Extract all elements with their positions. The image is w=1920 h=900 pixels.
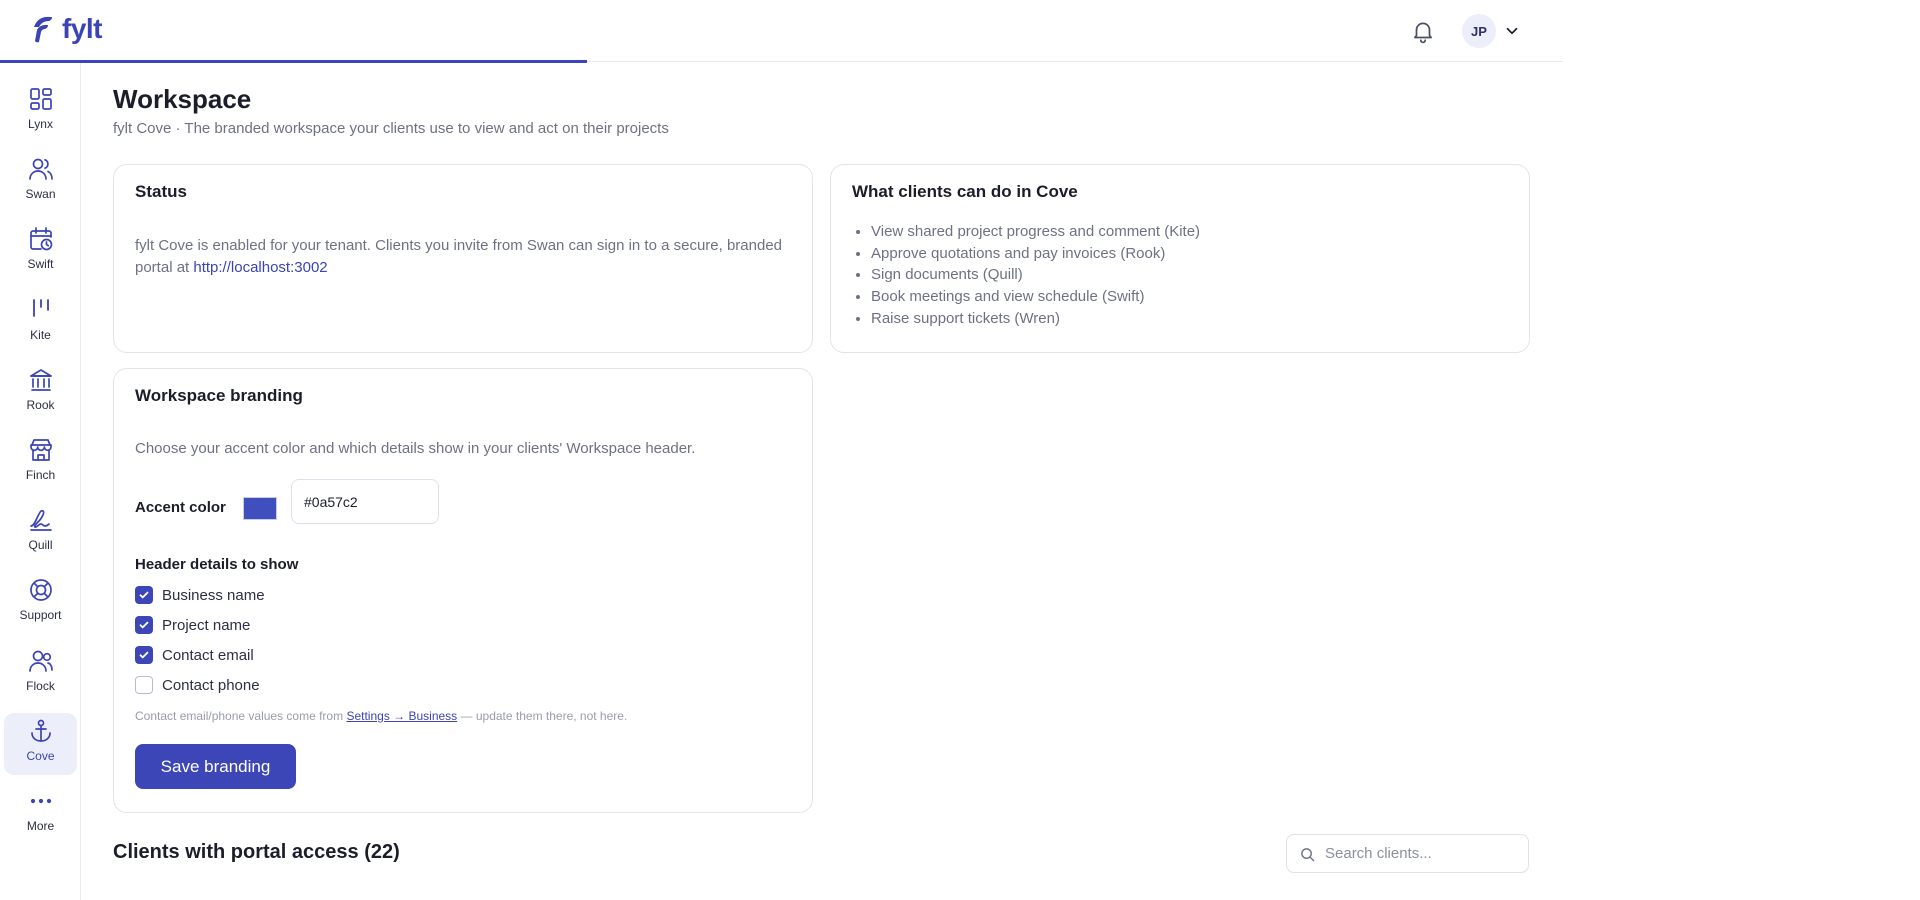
brand-name: fylt	[62, 13, 103, 44]
status-card-text: fylt Cove is enabled for your tenant. Cl…	[135, 235, 785, 279]
users-icon	[28, 158, 53, 180]
fylt-logo-icon	[34, 16, 52, 43]
checkbox[interactable]	[135, 646, 153, 664]
people-icon	[28, 650, 53, 672]
sidebar-item-label: Swift	[27, 257, 54, 271]
page-progress-bar	[0, 60, 587, 63]
note-suffix: — update them there, not here.	[460, 709, 628, 723]
accent-color-input[interactable]	[291, 479, 439, 524]
sidebar-item-flock[interactable]: Flock	[4, 643, 77, 705]
sidebar-item-swan[interactable]: Swan	[4, 151, 77, 213]
check-icon	[139, 591, 149, 599]
chevron-down-icon[interactable]	[1503, 22, 1521, 40]
anchor-icon	[30, 719, 51, 742]
signature-icon	[29, 509, 52, 531]
page-subtitle: fylt Cove · The branded workspace your c…	[113, 120, 669, 137]
logo[interactable]: fylt	[30, 13, 103, 44]
option-contact-email[interactable]: Contact email	[135, 646, 254, 664]
sidebar-item-label: Rook	[26, 398, 55, 412]
sidebar-item-finch[interactable]: Finch	[4, 432, 77, 494]
option-business-name[interactable]: Business name	[135, 586, 265, 604]
sidebar-item-support[interactable]: Support	[4, 572, 77, 634]
option-label: Contact phone	[162, 676, 260, 694]
checkbox[interactable]	[135, 586, 153, 604]
checkbox[interactable]	[135, 676, 153, 694]
top-bar: fylt JP	[0, 0, 1563, 62]
notification-bell-icon[interactable]	[1410, 18, 1436, 44]
lifebuoy-icon	[29, 579, 52, 601]
grid-icon	[29, 88, 52, 110]
list-item: Raise support tickets (Wren)	[871, 308, 1200, 330]
save-branding-button[interactable]: Save branding	[135, 744, 296, 789]
bank-icon	[29, 369, 52, 391]
store-icon	[29, 439, 52, 461]
sidebar-item-label: Lynx	[28, 117, 53, 131]
sidebar-item-label: Finch	[25, 468, 56, 482]
check-icon	[139, 621, 149, 629]
sidebar: Lynx Swan Swift Kite Rook Finch Quill Su…	[0, 63, 81, 900]
branding-description: Choose your accent color and which detai…	[135, 440, 696, 457]
sidebar-item-label: Support	[19, 608, 62, 622]
option-label: Contact email	[162, 646, 254, 664]
calendar-clock-icon	[29, 227, 52, 251]
sidebar-item-label: Swan	[25, 187, 56, 201]
status-card-title: Status	[135, 182, 187, 201]
sidebar-item-label: More	[26, 819, 55, 833]
sidebar-item-label: Cove	[26, 749, 55, 763]
status-card: Status fylt Cove is enabled for your ten…	[113, 164, 813, 353]
accent-color-label: Accent color	[135, 499, 226, 516]
sidebar-item-more[interactable]: More	[4, 783, 77, 845]
branding-card-title: Workspace branding	[135, 386, 303, 405]
sidebar-item-lynx[interactable]: Lynx	[4, 81, 77, 143]
sidebar-item-swift[interactable]: Swift	[4, 221, 77, 283]
sidebar-item-label: Kite	[30, 328, 51, 342]
option-label: Project name	[162, 616, 251, 634]
list-item: View shared project progress and comment…	[871, 221, 1200, 243]
accent-color-swatch[interactable]	[243, 497, 277, 520]
search-input[interactable]	[1325, 837, 1520, 870]
page-title: Workspace	[113, 84, 252, 114]
list-item: Sign documents (Quill)	[871, 264, 1200, 286]
client-search[interactable]	[1286, 834, 1529, 873]
pins-icon	[32, 299, 49, 317]
capabilities-card: What clients can do in Cove View shared …	[830, 164, 1530, 353]
check-icon	[139, 651, 149, 659]
clients-section-title: Clients with portal access (22)	[113, 841, 400, 863]
sidebar-item-label: Flock	[26, 679, 55, 693]
contact-note: Contact email/phone values come from Set…	[135, 709, 627, 723]
option-project-name[interactable]: Project name	[135, 616, 250, 634]
sidebar-item-kite[interactable]: Kite	[4, 292, 77, 354]
sidebar-item-rook[interactable]: Rook	[4, 362, 77, 424]
sidebar-item-label: Quill	[28, 538, 53, 552]
header-details-label: Header details to show	[135, 556, 299, 573]
option-contact-phone[interactable]: Contact phone	[135, 676, 260, 694]
avatar[interactable]: JP	[1462, 14, 1496, 48]
branding-card: Workspace branding Choose your accent co…	[113, 368, 813, 813]
option-label: Business name	[162, 586, 265, 604]
portal-link[interactable]: http://localhost:3002	[193, 259, 327, 276]
search-icon	[1301, 848, 1315, 862]
settings-business-link[interactable]: Settings → Business	[346, 709, 457, 723]
capabilities-card-title: What clients can do in Cove	[852, 182, 1078, 201]
capabilities-list: View shared project progress and comment…	[871, 221, 1200, 330]
list-item: Book meetings and view schedule (Swift)	[871, 286, 1200, 308]
sidebar-item-cove[interactable]: Cove	[4, 713, 77, 775]
checkbox[interactable]	[135, 616, 153, 634]
list-item: Approve quotations and pay invoices (Roo…	[871, 243, 1200, 265]
ellipsis-icon	[30, 798, 51, 804]
sidebar-item-quill[interactable]: Quill	[4, 502, 77, 564]
note-prefix: Contact email/phone values come from	[135, 709, 344, 723]
